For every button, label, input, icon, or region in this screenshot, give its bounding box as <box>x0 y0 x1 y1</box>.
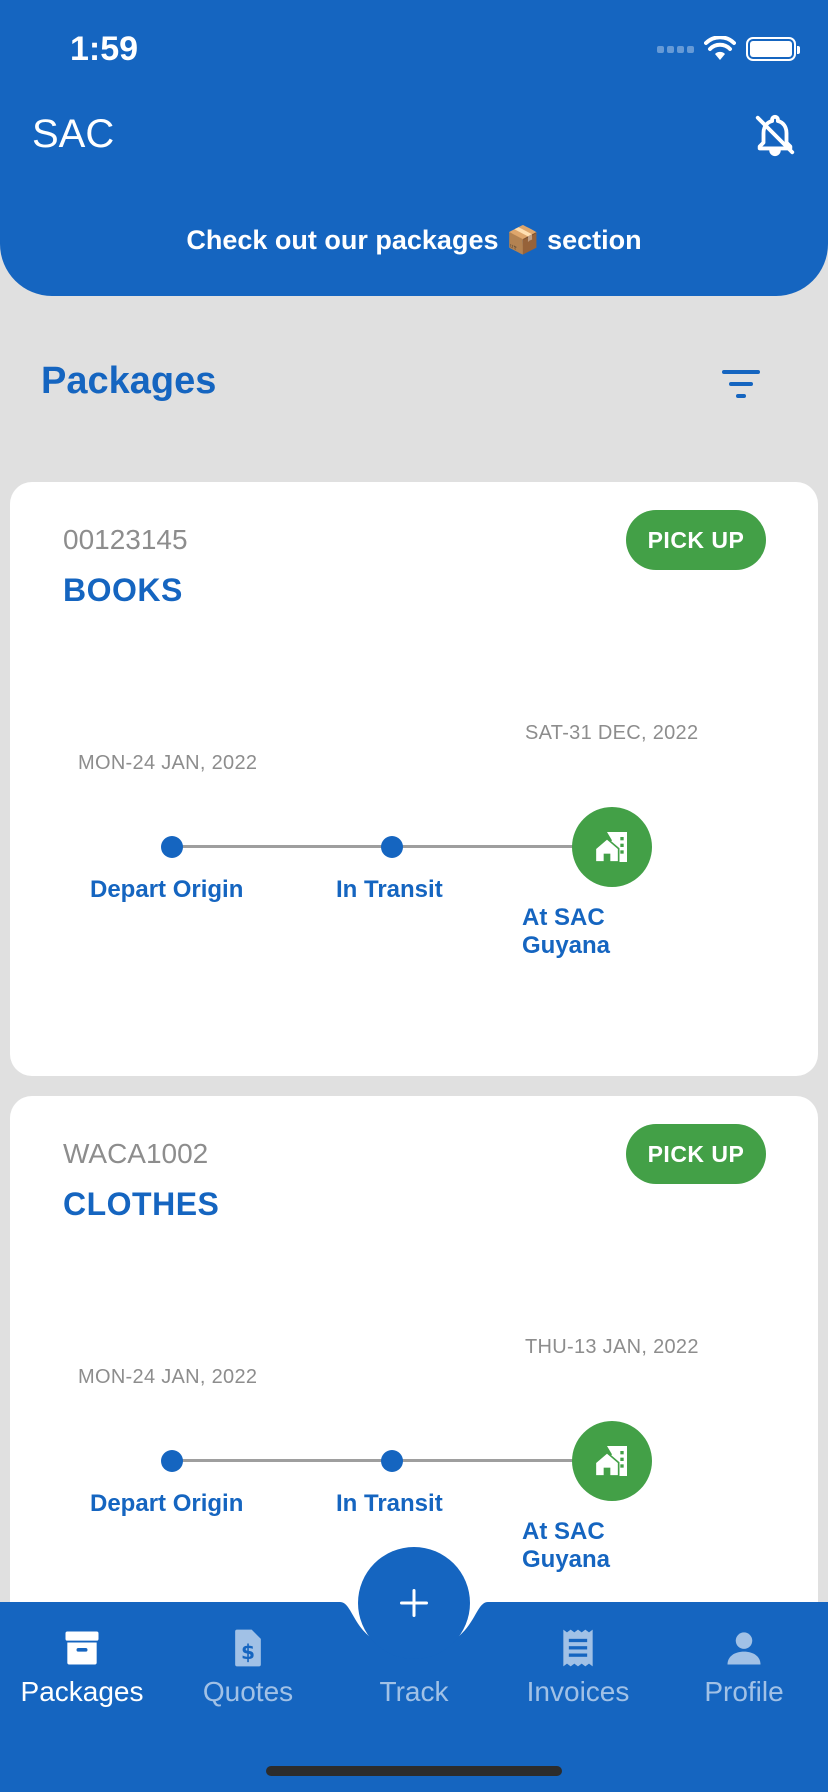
step-label-destination: At SAC Guyana <box>522 904 611 959</box>
package-id: WACA1002 <box>63 1138 209 1169</box>
tab-profile[interactable]: Profile <box>674 1626 814 1708</box>
tab-label: Profile <box>704 1676 784 1707</box>
tab-label: Track <box>379 1676 449 1707</box>
step-dot-transit <box>381 836 403 858</box>
promo-banner[interactable]: Check out our packages 📦 section <box>0 224 828 256</box>
package-name: CLOTHES <box>63 1186 220 1222</box>
start-date: MON-24 JAN, 2022 <box>78 1366 258 1388</box>
status-icons <box>657 36 800 62</box>
step-destination <box>572 807 652 887</box>
status-time: 1:59 <box>70 30 139 68</box>
pick-up-button[interactable]: PICK UP <box>626 1124 766 1184</box>
home-indicator <box>266 1766 562 1776</box>
end-date: THU-13 JAN, 2022 <box>525 1336 699 1358</box>
tab-packages[interactable]: Packages <box>12 1626 152 1708</box>
tab-quotes[interactable]: $ Quotes <box>178 1626 318 1708</box>
receipt-icon <box>563 1629 593 1667</box>
archive-icon <box>65 1631 99 1665</box>
step-label-transit: In Transit <box>336 876 443 903</box>
building-icon <box>594 832 627 863</box>
battery-icon <box>746 37 800 61</box>
step-label-destination: At SAC Guyana <box>522 1518 611 1573</box>
app-header: 1:59 SAC Check out our packages 📦 sectio… <box>0 0 828 296</box>
end-date: SAT-31 DEC, 2022 <box>525 722 699 744</box>
plus-icon <box>400 1589 428 1617</box>
pick-up-button[interactable]: PICK UP <box>626 510 766 570</box>
dollar-doc-icon: $ <box>235 1629 261 1667</box>
track-fab-button[interactable] <box>358 1547 470 1659</box>
step-label-depart: Depart Origin <box>90 1490 244 1517</box>
filter-icon <box>722 370 760 398</box>
package-id: 00123145 <box>63 524 188 555</box>
package-card[interactable]: 00123145 BOOKS PICK UP SAT-31 DEC, 2022 … <box>10 482 818 1076</box>
bell-off-icon <box>755 114 795 157</box>
step-destination <box>572 1421 652 1501</box>
building-icon <box>594 1446 627 1477</box>
app-title: SAC <box>32 112 115 156</box>
step-label-depart: Depart Origin <box>90 876 244 903</box>
package-name: BOOKS <box>63 572 183 608</box>
svg-text:$: $ <box>241 1640 255 1664</box>
wifi-icon <box>704 36 736 60</box>
step-dot-depart <box>161 1450 183 1472</box>
person-icon <box>727 1632 761 1665</box>
notification-button[interactable] <box>752 112 798 158</box>
page-title: Packages <box>41 360 217 402</box>
filter-button[interactable] <box>720 366 764 402</box>
step-label-transit: In Transit <box>336 1490 443 1517</box>
tab-label: Quotes <box>202 1676 294 1707</box>
step-dot-transit <box>381 1450 403 1472</box>
start-date: MON-24 JAN, 2022 <box>78 752 258 774</box>
step-dot-depart <box>161 836 183 858</box>
tab-label: Invoices <box>526 1676 630 1707</box>
signal-icon <box>657 45 694 53</box>
tab-invoices[interactable]: Invoices <box>508 1626 648 1708</box>
tab-label: Packages <box>20 1676 144 1707</box>
